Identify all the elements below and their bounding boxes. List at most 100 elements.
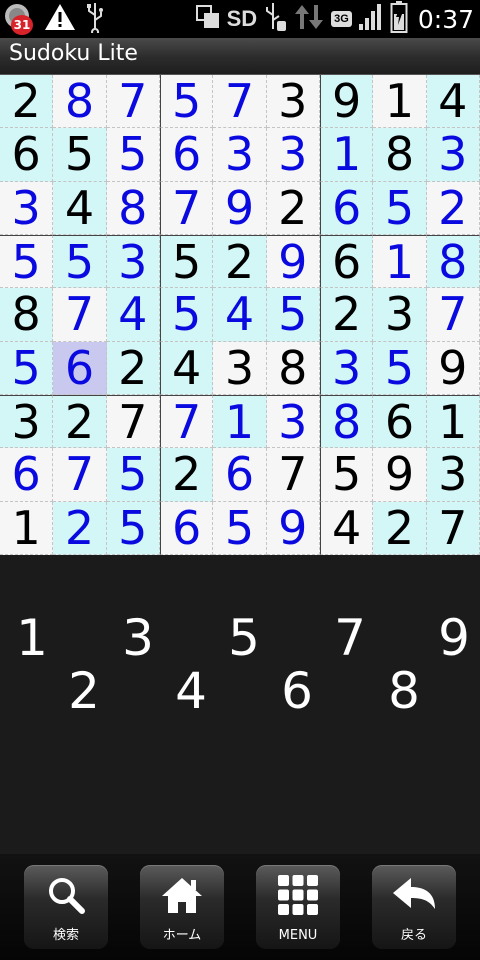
sudoku-cell[interactable]: 9 xyxy=(213,181,267,235)
sudoku-cell[interactable]: 4 xyxy=(213,288,267,342)
number-button-5[interactable]: 5 xyxy=(216,613,272,663)
number-button-7[interactable]: 7 xyxy=(322,613,378,663)
sudoku-cell[interactable]: 8 xyxy=(426,234,480,289)
sudoku-cell[interactable]: 1 xyxy=(213,394,267,449)
sudoku-cell[interactable]: 3 xyxy=(266,394,320,449)
sudoku-cell[interactable]: 2 xyxy=(426,181,480,235)
menu-button[interactable]: MENU xyxy=(256,865,340,949)
sudoku-cell[interactable]: 4 xyxy=(53,181,107,235)
sudoku-cell[interactable]: 2 xyxy=(0,75,54,129)
sudoku-cell[interactable]: 7 xyxy=(106,394,160,449)
sudoku-cell[interactable]: 3 xyxy=(106,234,160,289)
sudoku-cell-selected[interactable]: 6 xyxy=(53,341,107,395)
sudoku-cell[interactable]: 2 xyxy=(159,448,214,502)
sudoku-cell[interactable]: 2 xyxy=(53,394,107,449)
sudoku-cell[interactable]: 5 xyxy=(159,75,214,129)
sudoku-cell[interactable]: 7 xyxy=(53,288,107,342)
sudoku-cell[interactable]: 6 xyxy=(213,448,267,502)
sudoku-cell[interactable]: 3 xyxy=(373,288,427,342)
sudoku-cell[interactable]: 7 xyxy=(426,288,480,342)
sudoku-cell[interactable]: 5 xyxy=(319,448,374,502)
sudoku-cell[interactable]: 5 xyxy=(106,501,160,555)
number-button-9[interactable]: 9 xyxy=(426,613,480,663)
number-button-2[interactable]: 2 xyxy=(56,666,112,716)
sudoku-cell[interactable]: 8 xyxy=(319,394,374,449)
sudoku-cell[interactable]: 8 xyxy=(266,341,320,395)
sudoku-cell[interactable]: 1 xyxy=(373,234,427,289)
sudoku-cell[interactable]: 6 xyxy=(159,128,214,182)
sudoku-cell[interactable]: 6 xyxy=(0,448,54,502)
sudoku-cell[interactable]: 3 xyxy=(426,128,480,182)
sudoku-cell[interactable]: 5 xyxy=(0,234,54,289)
sudoku-cell[interactable]: 5 xyxy=(266,288,320,342)
sudoku-cell[interactable]: 8 xyxy=(373,128,427,182)
sudoku-cell[interactable]: 1 xyxy=(319,128,374,182)
sudoku-cell[interactable]: 8 xyxy=(106,181,160,235)
back-button[interactable]: 戻る xyxy=(372,865,456,949)
sudoku-cell[interactable]: 6 xyxy=(319,234,374,289)
sudoku-cell[interactable]: 5 xyxy=(373,341,427,395)
sudoku-cell[interactable]: 1 xyxy=(0,501,54,555)
sudoku-cell[interactable]: 8 xyxy=(0,288,54,342)
sudoku-cell[interactable]: 4 xyxy=(426,75,480,129)
sudoku-cell[interactable]: 1 xyxy=(426,394,480,449)
sudoku-cell[interactable]: 7 xyxy=(159,394,214,449)
sudoku-cell[interactable]: 7 xyxy=(426,501,480,555)
sudoku-cell[interactable]: 2 xyxy=(319,288,374,342)
sudoku-cell[interactable]: 4 xyxy=(159,341,214,395)
sudoku-cell[interactable]: 6 xyxy=(0,128,54,182)
sudoku-cell[interactable]: 9 xyxy=(373,448,427,502)
sudoku-cell[interactable]: 5 xyxy=(106,448,160,502)
home-button-label: ホーム xyxy=(162,928,202,943)
sudoku-cell[interactable]: 2 xyxy=(213,234,267,289)
sudoku-cell[interactable]: 9 xyxy=(319,75,374,129)
sudoku-cell[interactable]: 2 xyxy=(373,501,427,555)
status-bar: 31 SD 3G 0:37 xyxy=(0,0,480,38)
sudoku-cell[interactable]: 3 xyxy=(213,341,267,395)
sudoku-cell[interactable]: 5 xyxy=(0,341,54,395)
sudoku-cell[interactable]: 1 xyxy=(373,75,427,129)
sudoku-cell[interactable]: 3 xyxy=(426,448,480,502)
sudoku-board: 2875739146556331833487926525535296188745… xyxy=(0,75,480,555)
number-button-3[interactable]: 3 xyxy=(110,613,166,663)
sudoku-cell[interactable]: 9 xyxy=(266,234,320,289)
sudoku-cell[interactable]: 5 xyxy=(159,288,214,342)
sudoku-cell[interactable]: 9 xyxy=(426,341,480,395)
sudoku-cell[interactable]: 6 xyxy=(319,181,374,235)
sudoku-cell[interactable]: 5 xyxy=(373,181,427,235)
sudoku-cell[interactable]: 2 xyxy=(266,181,320,235)
sudoku-cell[interactable]: 6 xyxy=(373,394,427,449)
search-button[interactable]: 検索 xyxy=(24,865,108,949)
sudoku-cell[interactable]: 5 xyxy=(53,234,107,289)
sudoku-cell[interactable]: 2 xyxy=(106,341,160,395)
data-transfer-icon xyxy=(293,3,325,35)
sudoku-cell[interactable]: 7 xyxy=(53,448,107,502)
sudoku-cell[interactable]: 9 xyxy=(266,501,320,555)
sudoku-cell[interactable]: 5 xyxy=(213,501,267,555)
number-button-4[interactable]: 4 xyxy=(163,666,219,716)
sudoku-cell[interactable]: 7 xyxy=(159,181,214,235)
sudoku-cell[interactable]: 5 xyxy=(159,234,214,289)
sudoku-cell[interactable]: 5 xyxy=(53,128,107,182)
sudoku-cell[interactable]: 3 xyxy=(319,341,374,395)
sudoku-cell[interactable]: 3 xyxy=(213,128,267,182)
sudoku-cell[interactable]: 3 xyxy=(266,128,320,182)
usb-icon xyxy=(84,1,106,37)
sudoku-cell[interactable]: 8 xyxy=(53,75,107,129)
sudoku-cell[interactable]: 2 xyxy=(53,501,107,555)
sudoku-cell[interactable]: 6 xyxy=(159,501,214,555)
number-button-6[interactable]: 6 xyxy=(269,666,325,716)
sudoku-cell[interactable]: 5 xyxy=(106,128,160,182)
sudoku-cell[interactable]: 7 xyxy=(213,75,267,129)
number-button-8[interactable]: 8 xyxy=(376,666,432,716)
sudoku-cell[interactable]: 3 xyxy=(266,75,320,129)
sudoku-cell[interactable]: 4 xyxy=(319,501,374,555)
sudoku-cell[interactable]: 4 xyxy=(106,288,160,342)
sudoku-cell[interactable]: 3 xyxy=(0,394,54,449)
sudoku-cell[interactable]: 7 xyxy=(266,448,320,502)
sudoku-cell[interactable]: 7 xyxy=(106,75,160,129)
home-button[interactable]: ホーム xyxy=(140,865,224,949)
sudoku-cell[interactable]: 3 xyxy=(0,181,54,235)
search-icon xyxy=(24,871,108,919)
number-button-1[interactable]: 1 xyxy=(4,613,60,663)
